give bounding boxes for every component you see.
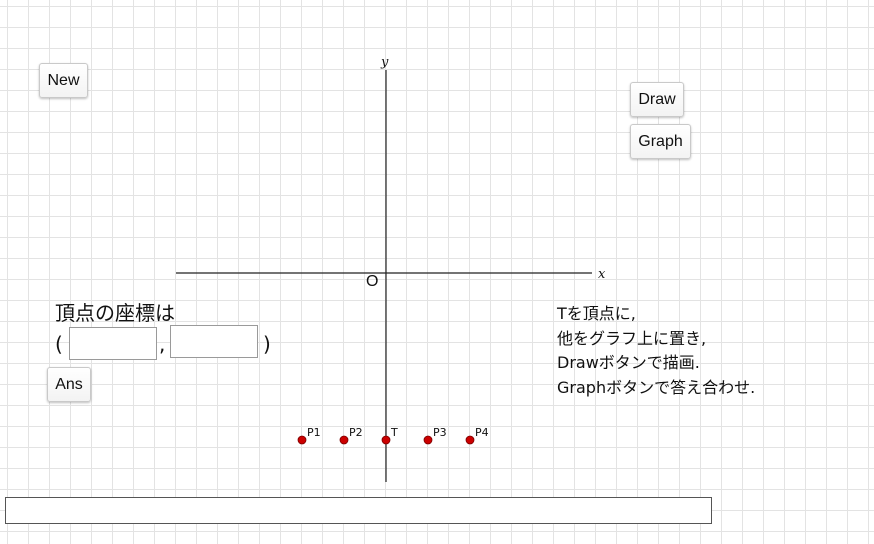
instruction-line: 他をグラフ上に置き,: [557, 328, 707, 348]
vertex-y-input[interactable]: [170, 325, 258, 358]
point-p3[interactable]: P3: [423, 426, 447, 445]
comma: ,: [159, 332, 166, 356]
point-p2-marker[interactable]: [339, 435, 349, 445]
x-axis-label: x: [598, 267, 606, 282]
instruction-line: Drawボタンで描画.: [557, 353, 700, 372]
instruction-line: Tを頂点に,: [557, 304, 636, 323]
point-p2-label: P2: [349, 426, 363, 439]
new-button[interactable]: New: [39, 63, 88, 98]
ans-button[interactable]: Ans: [47, 367, 91, 402]
graph-button[interactable]: Graph: [630, 124, 691, 159]
point-p4-marker[interactable]: [465, 435, 475, 445]
answer-input-bar[interactable]: [5, 497, 712, 524]
instruction-line: Graphボタンで答え合わせ.: [557, 377, 756, 397]
draw-button[interactable]: Draw: [630, 82, 684, 117]
open-paren: (: [55, 332, 63, 356]
close-paren: ): [263, 332, 271, 356]
y-axis-label: y: [380, 55, 389, 70]
point-t-label: T: [390, 426, 398, 439]
point-t-marker[interactable]: [381, 435, 391, 445]
coordinate-plane: x y O P1 P2 T P3 P4: [176, 55, 606, 482]
point-p3-label: P3: [433, 426, 447, 439]
instructions: Tを頂点に, 他をグラフ上に置き, Drawボタンで描画. Graphボタンで答…: [557, 302, 755, 400]
point-p1[interactable]: P1: [297, 426, 321, 445]
vertex-prompt: 頂点の座標は: [55, 301, 175, 325]
vertex-x-input[interactable]: [69, 327, 157, 360]
point-p4-label: P4: [475, 426, 489, 439]
point-p1-marker[interactable]: [297, 435, 307, 445]
point-p1-label: P1: [307, 426, 321, 439]
point-p3-marker[interactable]: [423, 435, 433, 445]
point-t[interactable]: T: [381, 426, 398, 445]
point-p2[interactable]: P2: [339, 426, 363, 445]
point-p4[interactable]: P4: [465, 426, 489, 445]
origin-label: O: [366, 273, 378, 290]
